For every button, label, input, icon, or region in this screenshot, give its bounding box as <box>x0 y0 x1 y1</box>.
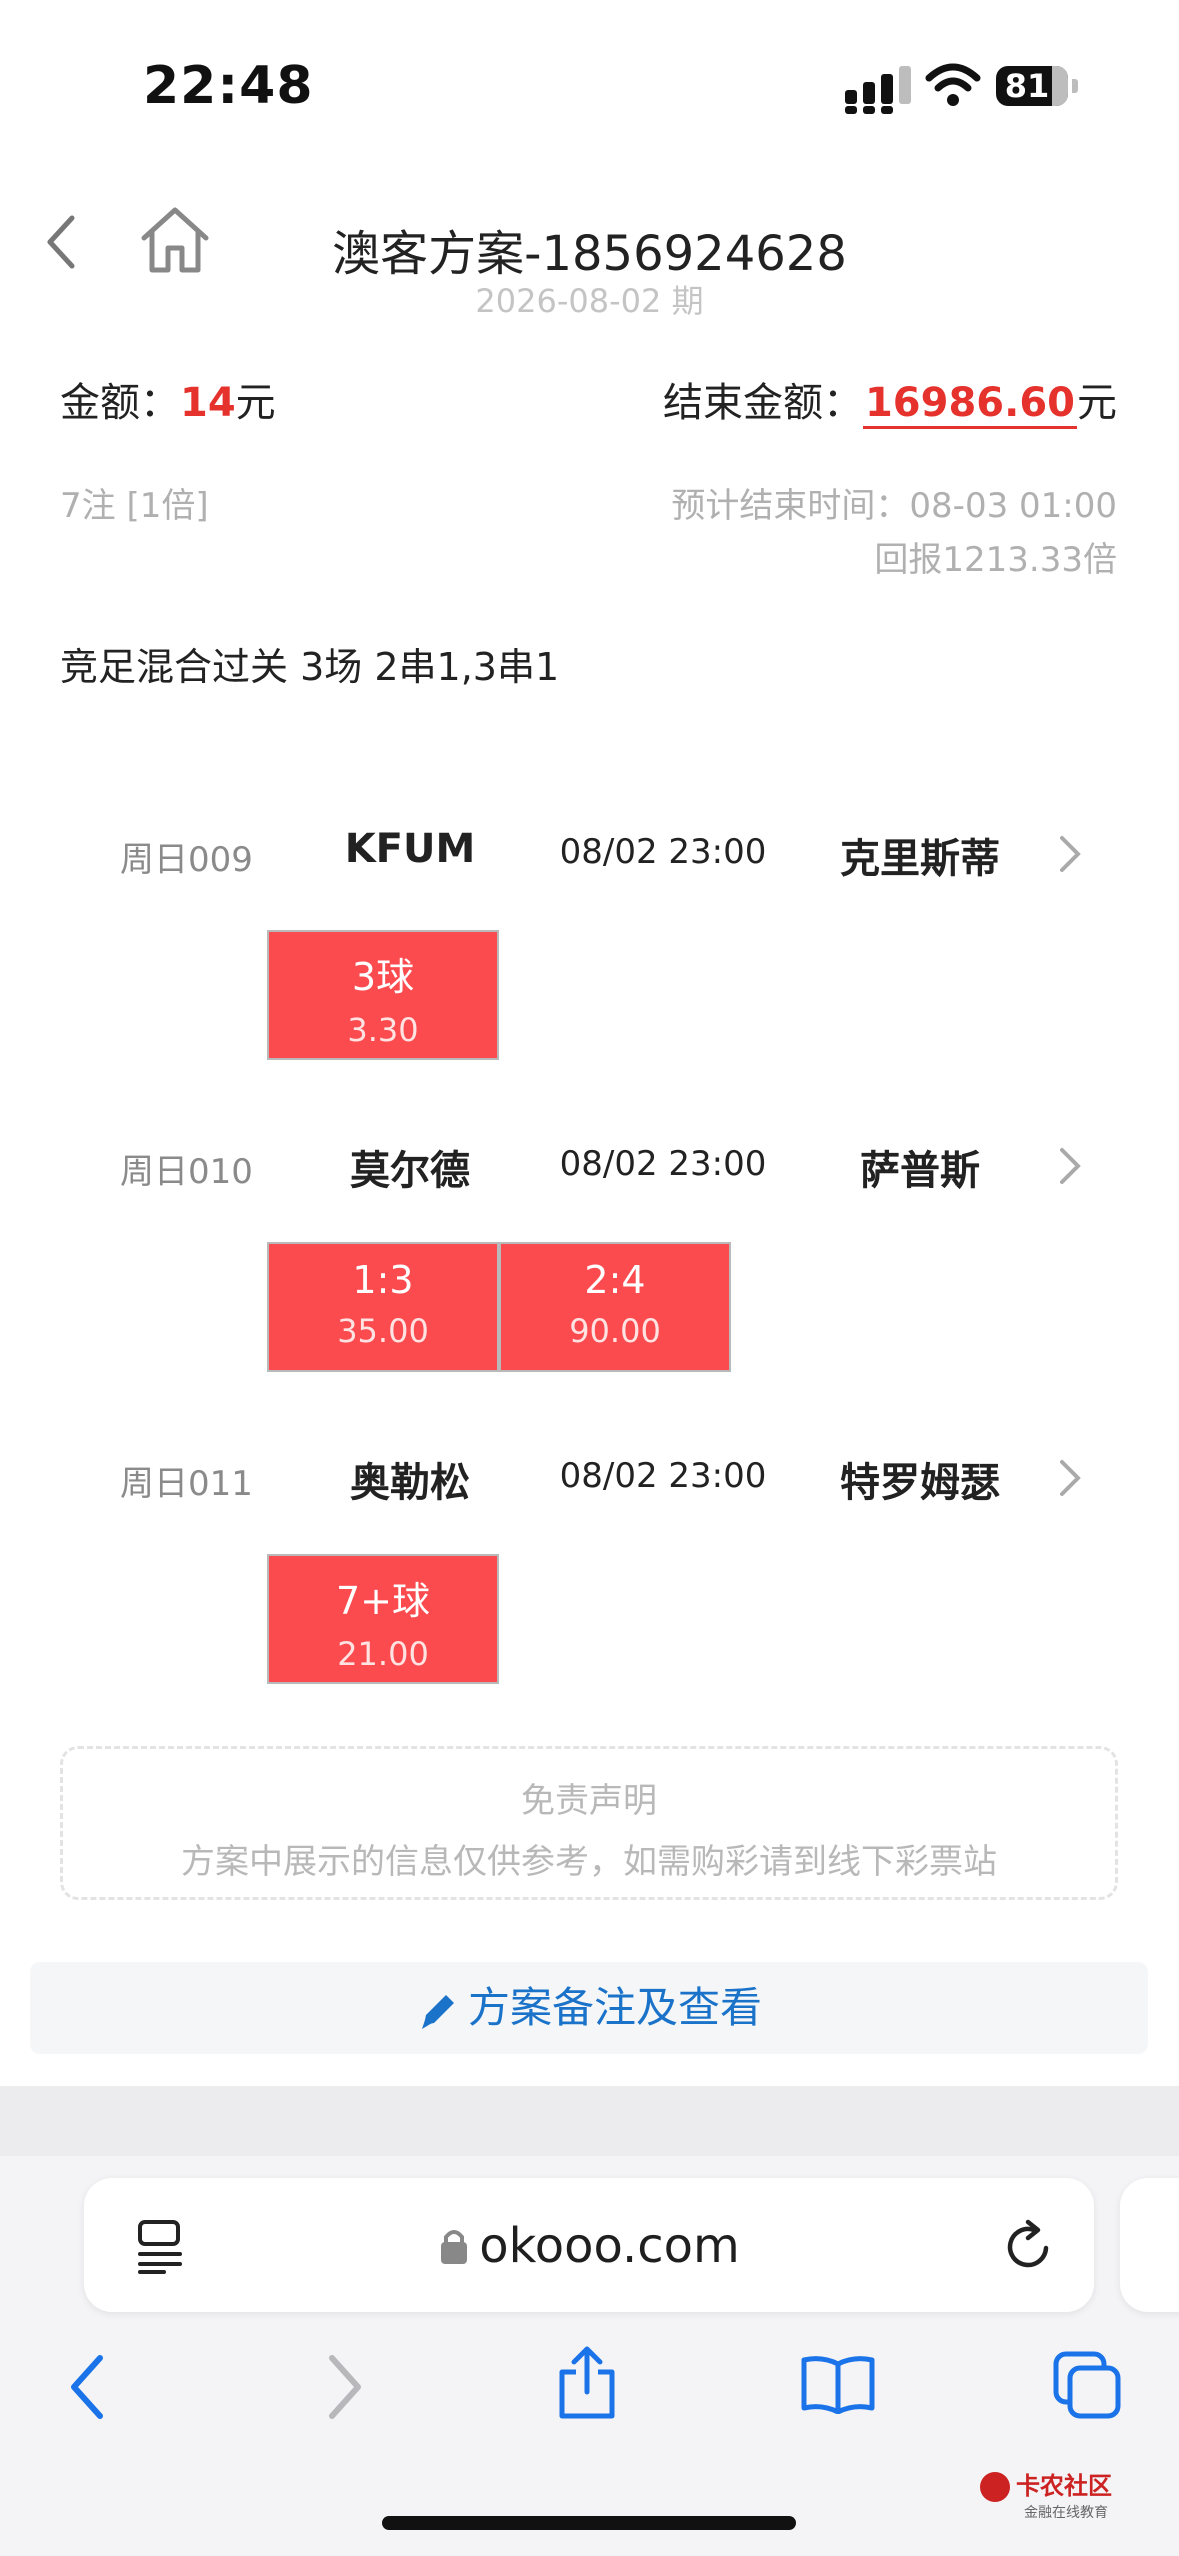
end-amount-value: 16986.60 <box>862 380 1077 429</box>
match-weekday: 周日011 <box>120 1464 253 1504</box>
away-team: 特罗姆瑟 <box>840 1460 1000 1506</box>
pick-label: 1:3 <box>352 1258 414 1302</box>
end-amount-unit: 元 <box>1077 380 1117 426</box>
play-type: 竞足混合过关 3场 2串1,3串1 <box>60 645 560 689</box>
amount-value: 14 <box>180 380 236 426</box>
end-amount: 结束金额：16986.60元 <box>662 370 1117 429</box>
browser-forward-icon[interactable] <box>322 2352 366 2422</box>
share-icon[interactable] <box>554 2344 620 2422</box>
url-text: okooo.com <box>479 2218 740 2274</box>
status-time: 22:48 <box>143 56 314 116</box>
chevron-right-icon[interactable] <box>1056 1146 1084 1186</box>
battery-level: 81 <box>1004 67 1050 105</box>
chevron-right-icon[interactable] <box>1056 1458 1084 1498</box>
home-team: 奥勒松 <box>350 1460 470 1506</box>
disclaimer-box: 免责声明 方案中展示的信息仅供参考，如需购彩请到线下彩票站 <box>60 1746 1118 1900</box>
pick-odds: 3.30 <box>347 1011 419 1049</box>
disclaimer-title: 免责声明 <box>521 1781 657 1821</box>
watermark-tagline: 金融在线教育 <box>1024 2505 1108 2521</box>
wifi-icon <box>925 63 981 106</box>
home-team: 莫尔德 <box>350 1148 470 1194</box>
amount-unit: 元 <box>235 380 276 426</box>
match-time: 08/02 23:00 <box>559 1456 767 1496</box>
pick-cell: 1:3 35.00 <box>267 1242 499 1372</box>
pick-label: 7+球 <box>335 1579 431 1623</box>
pick-cell: 7+球 21.00 <box>267 1554 499 1684</box>
signal-icon <box>845 66 911 114</box>
match-time: 08/02 23:00 <box>559 1144 767 1184</box>
disclaimer-body: 方案中展示的信息仅供参考，如需购彩请到线下彩票站 <box>181 1842 997 1882</box>
return-rate: 回报1213.33倍 <box>874 540 1117 580</box>
battery-icon: 81 <box>996 66 1080 108</box>
watermark-logo-icon <box>980 2472 1010 2502</box>
chevron-right-icon[interactable] <box>1056 834 1084 874</box>
end-time: 预计结束时间：08-03 01:00 <box>671 486 1117 526</box>
match-weekday: 周日009 <box>120 840 253 880</box>
pick-cell: 2:4 90.00 <box>499 1242 731 1372</box>
pick-label: 3球 <box>351 955 415 999</box>
match-weekday: 周日010 <box>120 1152 253 1192</box>
match-time: 08/02 23:00 <box>559 832 767 872</box>
home-indicator[interactable] <box>382 2516 796 2530</box>
reload-icon[interactable] <box>1000 2216 1058 2276</box>
bookmarks-icon[interactable] <box>800 2354 876 2414</box>
watermark: 卡农社区 金融在线教育 <box>980 2466 1112 2522</box>
pick-odds: 90.00 <box>569 1312 661 1350</box>
away-team: 萨普斯 <box>860 1148 980 1194</box>
away-team: 克里斯蒂 <box>840 836 1000 882</box>
browser-back-icon[interactable] <box>66 2352 110 2422</box>
pick-odds: 21.00 <box>337 1635 429 1673</box>
bets-info: 7注 [1倍] <box>60 486 209 526</box>
pick-cell: 3球 3.30 <box>267 930 499 1060</box>
issue-date: 2026-08-02 期 <box>475 282 704 320</box>
amount-label: 金额： <box>60 380 180 426</box>
page-title: 澳客方案-1856924628 <box>332 226 847 282</box>
home-team: KFUM <box>344 826 476 872</box>
plan-notes-button[interactable]: 方案备注及查看 <box>30 1962 1148 2054</box>
pencil-icon <box>421 1994 454 2029</box>
lock-icon <box>441 2230 468 2264</box>
amount: 金额：14元 <box>60 370 276 428</box>
end-amount-label: 结束金额： <box>662 380 863 426</box>
tabs-icon[interactable] <box>1052 2350 1124 2420</box>
pick-odds: 35.00 <box>337 1312 429 1350</box>
watermark-name: 卡农社区 <box>1016 2472 1112 2500</box>
match-row[interactable]: 周日009 KFUM 08/02 23:00 克里斯蒂 <box>0 820 1179 890</box>
content-bottom-band <box>0 2086 1179 2156</box>
pick-label: 2:4 <box>584 1258 646 1302</box>
match-row[interactable]: 周日010 莫尔德 08/02 23:00 萨普斯 <box>0 1132 1179 1202</box>
plan-notes-label: 方案备注及查看 <box>467 1983 762 2032</box>
match-row[interactable]: 周日011 奥勒松 08/02 23:00 特罗姆瑟 <box>0 1444 1179 1514</box>
